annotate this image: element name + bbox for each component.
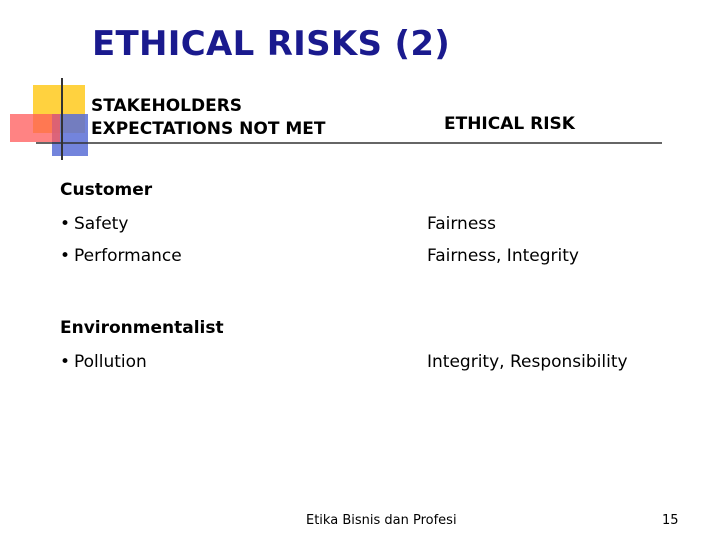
- deco-red-block: [10, 114, 60, 142]
- risk-text: Fairness: [427, 214, 496, 234]
- expectation-text: Pollution: [74, 352, 147, 372]
- footer-text: Etika Bisnis dan Profesi: [306, 513, 457, 528]
- bullet-icon: •: [60, 352, 71, 372]
- column-header-stakeholders-line1: STAKEHOLDERS: [91, 96, 243, 116]
- section-heading-customer: Customer: [60, 180, 153, 200]
- risk-text: Fairness, Integrity: [427, 246, 579, 266]
- bullet-icon: •: [60, 214, 71, 234]
- expectation-text: Performance: [74, 246, 182, 266]
- risk-text: Integrity, Responsibility: [427, 352, 628, 372]
- slide-title: ETHICAL RISKS (2): [92, 24, 451, 64]
- expectation-text: Safety: [74, 214, 129, 234]
- list-item-expectation: • Performance: [60, 246, 182, 266]
- list-item-expectation: • Safety: [60, 214, 128, 234]
- page-number: 15: [662, 513, 679, 528]
- list-item-expectation: • Pollution: [60, 352, 147, 372]
- bullet-icon: •: [60, 246, 71, 266]
- column-header-stakeholders-line2: EXPECTATIONS NOT MET: [91, 119, 326, 139]
- column-header-ethical-risk: ETHICAL RISK: [444, 114, 575, 134]
- column-header-stakeholders: STAKEHOLDERS EXPECTATIONS NOT MET: [91, 95, 325, 141]
- section-heading-environmentalist: Environmentalist: [60, 318, 224, 338]
